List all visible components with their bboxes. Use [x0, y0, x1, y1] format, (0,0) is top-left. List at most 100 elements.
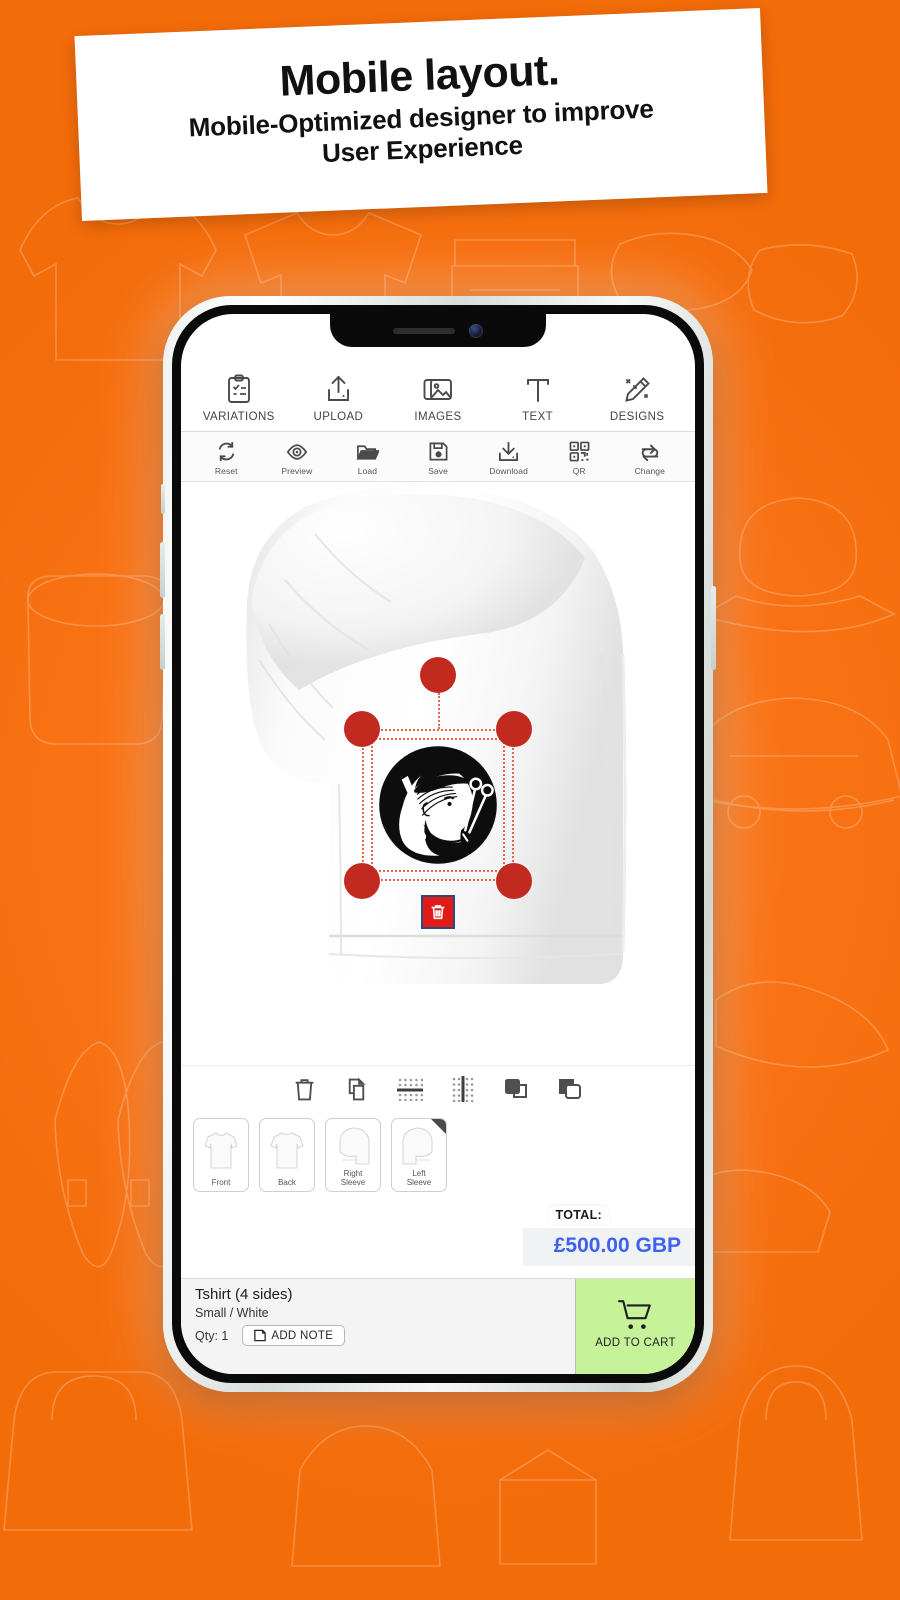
product-variant: Small / White [195, 1306, 269, 1320]
folder-open-icon [356, 439, 379, 462]
tshirt-front-icon [204, 1123, 238, 1179]
add-to-cart-button[interactable]: ADD TO CART [575, 1279, 695, 1374]
bring-to-front-icon [505, 1079, 527, 1098]
cart-bar: Tshirt (4 sides) Small / White Qty: 1 AD… [181, 1278, 695, 1374]
total-price: £500.00 GBP [523, 1228, 695, 1266]
tshirt-right-sleeve-icon [334, 1123, 372, 1170]
phone-notch [330, 314, 546, 347]
resize-handle-bottom-right[interactable] [496, 863, 532, 899]
side-thumb-label: Right Sleeve [340, 1169, 366, 1188]
trash-icon [295, 1078, 314, 1100]
phone-silent-switch[interactable] [161, 484, 165, 514]
total-label: TOTAL: [548, 1206, 609, 1224]
front-camera-icon [469, 324, 483, 338]
product-title: Tshirt (4 sides) [195, 1286, 293, 1303]
send-to-back-icon [559, 1079, 581, 1099]
add-to-cart-label: ADD TO CART [595, 1336, 676, 1349]
toolbar-item-label: Reset [214, 466, 238, 476]
toolbar-item-upload[interactable]: UPLOAD [289, 374, 389, 423]
toolbar-item-preview[interactable]: Preview [262, 439, 333, 476]
floppy-disk-icon [428, 439, 449, 462]
toolbar-item-label: UPLOAD [313, 411, 364, 423]
toolbar-item-reset[interactable]: Reset [191, 439, 262, 476]
object-center-vertical-button[interactable] [451, 1076, 475, 1102]
tshirt-back-icon [270, 1123, 304, 1179]
phone-bezel: VARIATIONS UPLOAD IMAGES TEXT DESIGNS Re… [172, 305, 704, 1383]
upload-icon [325, 374, 352, 404]
phone-mockup: VARIATIONS UPLOAD IMAGES TEXT DESIGNS Re… [160, 296, 716, 1392]
object-center-horizontal-button[interactable] [397, 1077, 423, 1101]
download-icon [497, 439, 520, 462]
main-toolbar: VARIATIONS UPLOAD IMAGES TEXT DESIGNS [181, 362, 695, 432]
object-duplicate-button[interactable] [344, 1076, 369, 1102]
phone-screen: VARIATIONS UPLOAD IMAGES TEXT DESIGNS Re… [181, 314, 695, 1374]
quantity-label: Qty: 1 [195, 1328, 229, 1343]
pencil-sparkle-icon [623, 374, 651, 404]
secondary-toolbar: Reset Preview Load Save Download QR Chan… [181, 432, 695, 482]
side-thumb-back[interactable]: Back [259, 1118, 315, 1192]
add-note-label: ADD NOTE [271, 1329, 334, 1342]
align-center-horizontal-icon [397, 1078, 423, 1101]
headline-card: Mobile layout. Mobile-Optimized designer… [74, 8, 768, 221]
toolbar-item-label: Change [634, 466, 665, 476]
clipboard-checklist-icon [226, 374, 252, 404]
rotate-handle[interactable] [420, 657, 456, 693]
resize-handle-bottom-left[interactable] [344, 863, 380, 899]
selected-corner-marker [431, 1119, 446, 1134]
toolbar-item-load[interactable]: Load [332, 439, 403, 476]
toolbar-item-images[interactable]: IMAGES [388, 374, 488, 423]
object-send-to-back-button[interactable] [557, 1077, 583, 1101]
cart-product-info: Tshirt (4 sides) Small / White Qty: 1 AD… [181, 1279, 575, 1374]
side-thumb-front[interactable]: Front [193, 1118, 249, 1192]
toolbar-item-label: Save [428, 466, 448, 476]
delete-design-button[interactable] [421, 895, 455, 929]
total-section: TOTAL: £500.00 GBP [181, 1200, 695, 1278]
qr-code-icon [569, 439, 590, 462]
rotate-connector [438, 693, 440, 729]
quantity-row: Qty: 1 ADD NOTE [195, 1325, 575, 1346]
toolbar-item-designs[interactable]: DESIGNS [587, 374, 687, 423]
eye-icon [286, 439, 308, 462]
barber-beard-logo-design[interactable] [375, 742, 501, 868]
toolbar-item-change[interactable]: Change [614, 439, 685, 476]
add-note-button[interactable]: ADD NOTE [242, 1325, 346, 1346]
copy-icon [348, 1076, 366, 1100]
resize-handle-top-right[interactable] [496, 711, 532, 747]
shopping-cart-icon [617, 1299, 651, 1329]
side-thumb-label: Back [278, 1178, 296, 1188]
toolbar-item-label: DESIGNS [609, 411, 665, 423]
text-icon [525, 374, 551, 404]
toolbar-item-label: TEXT [522, 411, 554, 423]
phone-volume-down-button[interactable] [160, 614, 165, 670]
object-delete-button[interactable] [293, 1077, 316, 1102]
phone-volume-up-button[interactable] [160, 542, 165, 598]
page-subtitle: Mobile-Optimized designer to improve Use… [188, 93, 655, 175]
side-thumb-left-sleeve[interactable]: Left Sleeve [391, 1118, 447, 1192]
object-actions-toolbar [181, 1065, 695, 1114]
toolbar-item-download[interactable]: Download [473, 439, 544, 476]
side-thumb-right-sleeve[interactable]: Right Sleeve [325, 1118, 381, 1192]
toolbar-item-label: IMAGES [414, 411, 462, 423]
align-center-vertical-icon [452, 1076, 474, 1102]
note-icon [254, 1329, 267, 1342]
toolbar-item-variations[interactable]: VARIATIONS [189, 374, 289, 423]
toolbar-item-qr[interactable]: QR [544, 439, 615, 476]
images-icon [423, 374, 453, 404]
resize-handle-top-left[interactable] [344, 711, 380, 747]
trash-icon [431, 905, 445, 920]
side-thumb-label: Front [211, 1178, 231, 1188]
toolbar-item-save[interactable]: Save [403, 439, 474, 476]
phone-power-button[interactable] [711, 586, 716, 670]
page-title: Mobile layout. [278, 46, 561, 106]
toolbar-item-text[interactable]: TEXT [488, 374, 588, 423]
toolbar-item-label: QR [572, 466, 586, 476]
swap-arrows-icon [639, 439, 661, 462]
toolbar-item-label: Preview [281, 466, 313, 476]
earpiece-speaker-icon [393, 328, 455, 334]
design-selection-overlay[interactable] [344, 657, 532, 929]
object-bring-to-front-button[interactable] [503, 1077, 529, 1101]
design-canvas[interactable] [181, 482, 695, 1065]
toolbar-item-label: VARIATIONS [202, 411, 275, 423]
toolbar-item-label: Download [489, 466, 528, 476]
side-thumb-label: Left Sleeve [406, 1169, 432, 1188]
